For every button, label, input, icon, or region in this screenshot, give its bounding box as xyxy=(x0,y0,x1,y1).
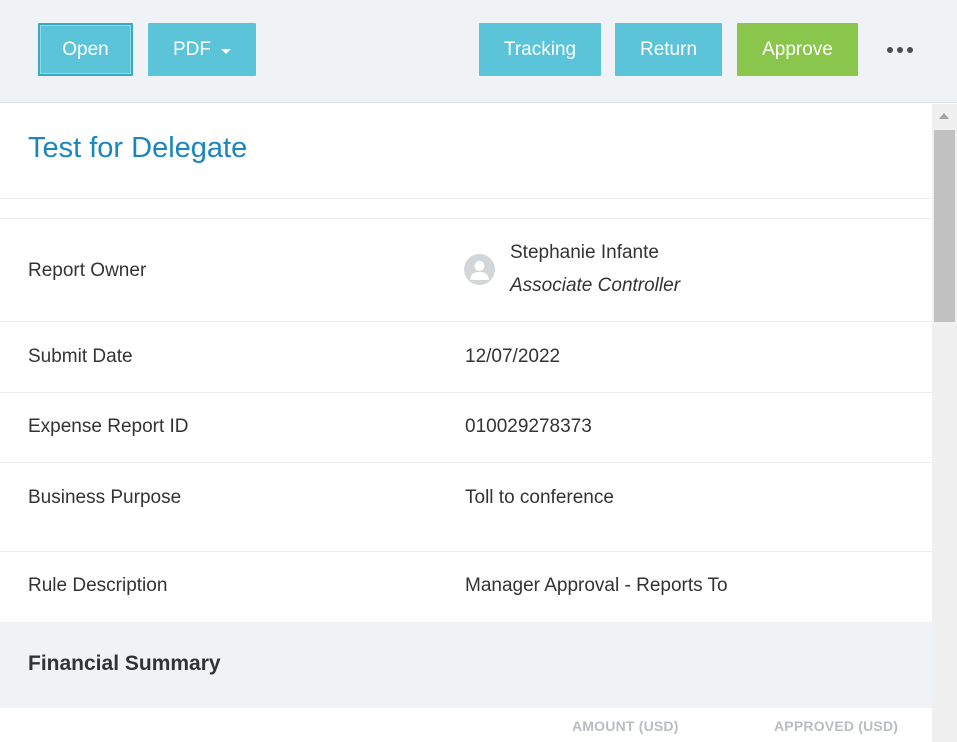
approved-column-header: APPROVED (USD) xyxy=(774,718,899,734)
submit-date-value: 12/07/2022 xyxy=(465,346,561,367)
financial-summary-header: Financial Summary xyxy=(0,622,932,708)
submit-date-label: Submit Date xyxy=(28,346,133,367)
expense-report-id-label: Expense Report ID xyxy=(28,416,189,437)
scrollbar-thumb[interactable] xyxy=(934,130,955,322)
report-owner-label: Report Owner xyxy=(28,260,147,281)
ellipsis-icon xyxy=(907,47,913,53)
return-button[interactable]: Return xyxy=(615,23,722,76)
divider xyxy=(0,392,932,393)
ellipsis-icon xyxy=(887,47,893,53)
business-purpose-value: Toll to conference xyxy=(465,487,614,508)
report-title: Test for Delegate xyxy=(28,132,248,164)
avatar-icon xyxy=(464,254,495,285)
business-purpose-label: Business Purpose xyxy=(28,487,182,508)
more-options-button[interactable] xyxy=(880,36,920,64)
scroll-up-arrow-icon[interactable] xyxy=(939,113,949,119)
divider xyxy=(0,198,932,199)
financial-summary-title: Financial Summary xyxy=(28,652,221,675)
rule-description-value: Manager Approval - Reports To xyxy=(465,575,728,596)
pdf-dropdown-button[interactable]: PDF xyxy=(148,23,256,76)
vertical-scrollbar[interactable] xyxy=(932,104,957,742)
ellipsis-icon xyxy=(897,47,903,53)
caret-down-icon xyxy=(221,48,231,54)
expense-report-id-value: 010029278373 xyxy=(465,416,592,437)
toolbar: Open PDF Tracking Return Approve xyxy=(0,0,957,103)
report-owner-role: Associate Controller xyxy=(510,275,681,296)
divider xyxy=(0,551,932,552)
approve-button[interactable]: Approve xyxy=(737,23,858,76)
tracking-button[interactable]: Tracking xyxy=(479,23,601,76)
approve-button-label: Approve xyxy=(762,38,833,60)
pdf-button-label: PDF xyxy=(173,38,211,60)
divider xyxy=(0,218,932,219)
open-button-label: Open xyxy=(62,38,109,60)
divider xyxy=(0,321,932,322)
tracking-button-label: Tracking xyxy=(503,38,577,60)
rule-description-label: Rule Description xyxy=(28,575,168,596)
divider xyxy=(0,462,932,463)
return-button-label: Return xyxy=(639,38,698,60)
amount-column-header: AMOUNT (USD) xyxy=(572,718,679,734)
open-button[interactable]: Open xyxy=(38,23,133,76)
report-owner-name: Stephanie Infante xyxy=(510,242,659,263)
report-details: Test for Delegate Report Owner Stephanie… xyxy=(0,104,932,742)
